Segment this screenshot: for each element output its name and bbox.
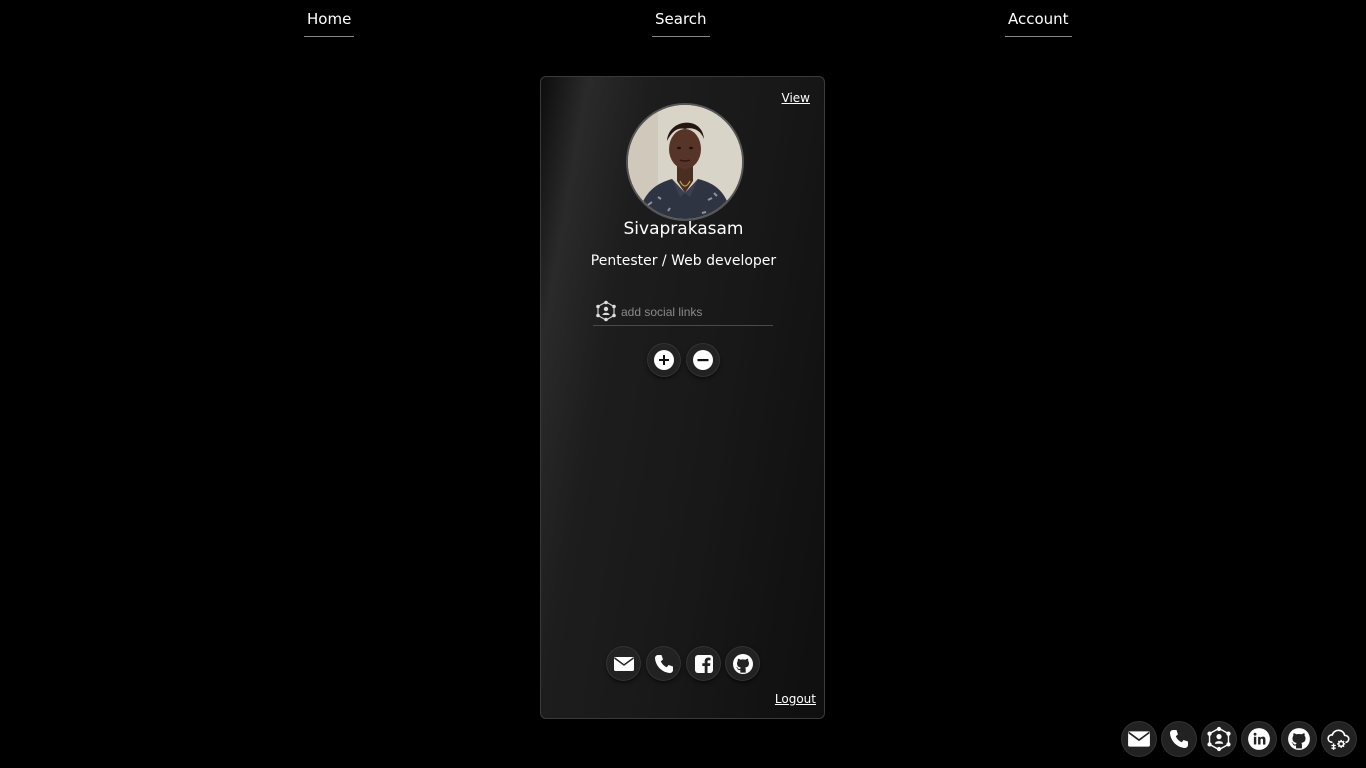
card-mail-button[interactable] <box>607 647 640 680</box>
dock-github-button[interactable] <box>1282 722 1316 756</box>
phone-icon <box>1170 730 1188 748</box>
dock-linkedin-button[interactable] <box>1242 722 1276 756</box>
card-phone-button[interactable] <box>647 647 680 680</box>
github-icon <box>1288 728 1310 750</box>
network-icon <box>595 300 617 322</box>
card-facebook-button[interactable] <box>687 647 720 680</box>
top-nav: Home Search Account <box>0 0 1366 40</box>
dock-cloud-settings-button[interactable] <box>1322 722 1356 756</box>
profile-name: Sivaprakasam <box>623 219 744 239</box>
social-dock <box>1122 722 1362 758</box>
facebook-icon <box>694 654 713 673</box>
card-social-links <box>607 647 767 681</box>
nav-account-link[interactable]: Account <box>1005 8 1072 37</box>
mail-icon <box>613 656 634 671</box>
remove-link-button[interactable] <box>687 344 719 376</box>
add-link-button[interactable] <box>648 344 680 376</box>
social-links-input[interactable] <box>619 301 773 323</box>
minus-icon <box>693 350 713 370</box>
github-icon <box>732 653 753 674</box>
view-link[interactable]: View <box>782 91 810 105</box>
phone-icon <box>654 654 673 673</box>
mail-icon <box>1128 731 1150 747</box>
avatar[interactable] <box>626 103 744 221</box>
profile-role: Pentester / Web developer <box>590 253 777 269</box>
cloud-settings-icon <box>1327 729 1350 750</box>
nav-search-link[interactable]: Search <box>652 8 710 37</box>
profile-photo <box>628 105 742 219</box>
network-icon <box>1207 726 1231 752</box>
dock-network-button[interactable] <box>1202 722 1236 756</box>
nav-home-link[interactable]: Home <box>304 8 355 37</box>
dock-phone-button[interactable] <box>1162 722 1196 756</box>
card-github-button[interactable] <box>726 647 759 680</box>
profile-card: View Sivaprakasam Pentester / Web develo… <box>540 76 825 719</box>
linkedin-icon <box>1248 728 1270 750</box>
social-links-field <box>593 297 773 326</box>
logout-link[interactable]: Logout <box>775 692 816 706</box>
dock-mail-button[interactable] <box>1122 722 1156 756</box>
plus-icon <box>654 350 674 370</box>
